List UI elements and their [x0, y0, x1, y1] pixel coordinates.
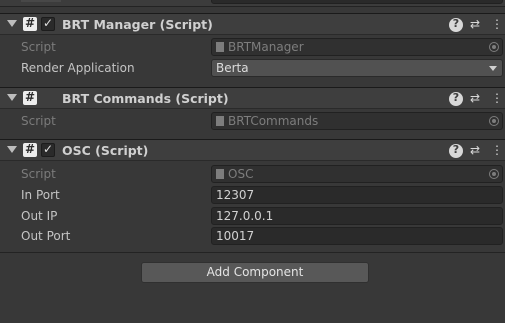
menu-kebab-icon[interactable]: ⋮ [491, 143, 503, 157]
script-label: Script [21, 167, 56, 181]
script-label: Script [21, 114, 56, 128]
checkmark-icon: ✓ [42, 142, 54, 156]
checkmark-icon: ✓ [42, 16, 54, 30]
component-brt-commands: # BRT Commands (Script) ? ⇄ ⋮ Script BRT… [0, 87, 505, 137]
render-application-row: Render Application Berta [0, 59, 505, 79]
script-object-field[interactable]: BRTManager [211, 38, 503, 56]
object-picker-icon[interactable] [489, 42, 499, 52]
out-port-row: Out Port 10017 [0, 227, 505, 247]
previous-component-remnant [0, 0, 505, 7]
script-row: Script BRTManager [0, 38, 505, 58]
out-port-label: Out Port [21, 229, 71, 243]
script-icon: # [23, 90, 37, 105]
component-brt-manager: # ✓ BRT Manager (Script) ? ⇄ ⋮ Script BR… [0, 13, 505, 83]
presets-icon[interactable]: ⇄ [470, 17, 480, 31]
enabled-checkbox[interactable]: ✓ [41, 16, 55, 31]
component-title: BRT Manager (Script) [62, 17, 213, 32]
object-picker-icon[interactable] [489, 116, 499, 126]
script-object-field[interactable]: BRTCommands [211, 112, 503, 130]
help-icon[interactable]: ? [449, 143, 463, 158]
add-component-button[interactable]: Add Component [141, 262, 369, 283]
component-header[interactable]: # ✓ BRT Manager (Script) ? ⇄ ⋮ [0, 13, 505, 35]
script-file-icon [216, 116, 224, 126]
component-title: BRT Commands (Script) [62, 91, 229, 106]
script-icon: # [23, 16, 37, 31]
render-application-dropdown[interactable]: Berta [211, 59, 503, 77]
out-ip-field[interactable]: 127.0.0.1 [211, 207, 503, 225]
component-header[interactable]: # BRT Commands (Script) ? ⇄ ⋮ [0, 87, 505, 109]
script-file-icon [216, 42, 224, 52]
script-row: Script OSC [0, 165, 505, 185]
component-header[interactable]: # ✓ OSC (Script) ? ⇄ ⋮ [0, 139, 505, 161]
script-object-field[interactable]: OSC [211, 165, 503, 183]
script-label: Script [21, 40, 56, 54]
script-file-icon [216, 169, 224, 179]
out-ip-label: Out IP [21, 209, 58, 223]
help-icon[interactable]: ? [449, 17, 463, 32]
in-port-row: In Port 12307 [0, 186, 505, 206]
script-icon: # [23, 142, 37, 157]
in-port-label: In Port [21, 188, 60, 202]
out-ip-row: Out IP 127.0.0.1 [0, 207, 505, 227]
menu-kebab-icon[interactable]: ⋮ [491, 91, 503, 105]
presets-icon[interactable]: ⇄ [470, 91, 480, 105]
out-port-field[interactable]: 10017 [211, 227, 503, 245]
foldout-arrow-icon[interactable] [7, 20, 17, 27]
component-title: OSC (Script) [62, 143, 149, 158]
foldout-arrow-icon[interactable] [7, 146, 17, 153]
in-port-field[interactable]: 12307 [211, 186, 503, 204]
enabled-checkbox[interactable]: ✓ [41, 142, 55, 157]
render-application-label: Render Application [21, 61, 135, 75]
foldout-arrow-icon[interactable] [7, 94, 17, 101]
divider [0, 252, 505, 253]
presets-icon[interactable]: ⇄ [470, 143, 480, 157]
help-icon[interactable]: ? [449, 91, 463, 106]
menu-kebab-icon[interactable]: ⋮ [491, 17, 503, 31]
dropdown-arrow-icon [489, 66, 497, 71]
object-picker-icon[interactable] [489, 169, 499, 179]
component-osc: # ✓ OSC (Script) ? ⇄ ⋮ Script OSC In Por… [0, 139, 505, 249]
script-row: Script BRTCommands [0, 112, 505, 132]
